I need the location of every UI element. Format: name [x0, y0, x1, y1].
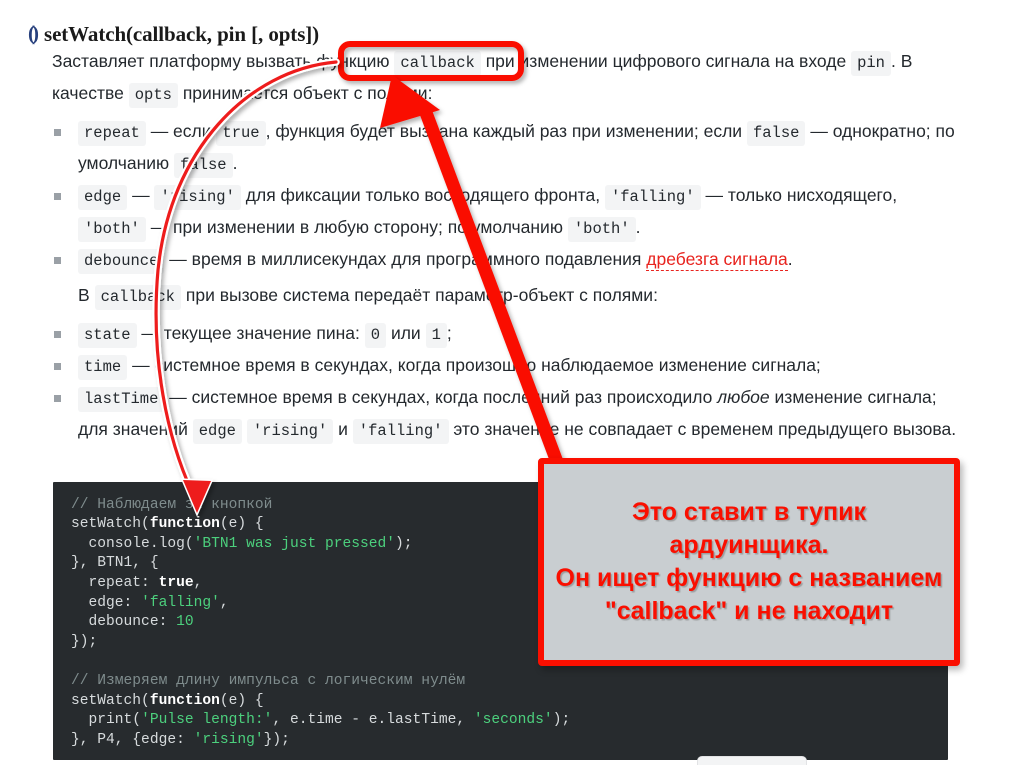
doc-body: Заставляет платформу вызвать функцию cal…	[52, 46, 957, 450]
opts-edge-t3: — только нисходящего,	[705, 185, 898, 205]
callback-intro-paragraph: В callback при вызове система передаёт п…	[52, 280, 957, 312]
param-state-t1: — текущее значение пина:	[141, 323, 360, 343]
code-token-false-1: false	[746, 121, 806, 146]
page-title: () setWatch(callback, pin [, opts])	[28, 22, 319, 47]
code-token-one: 1	[425, 323, 447, 348]
param-lasttime-t3: и	[338, 419, 348, 439]
code-token-zero: 0	[364, 323, 387, 348]
documentation-page: () setWatch(callback, pin [, opts]) Заст…	[0, 0, 1010, 765]
code-token-pin: pin	[851, 51, 891, 76]
code-token-callback-2: callback	[94, 285, 181, 310]
code-token-true: true	[216, 121, 266, 146]
code-token-both-2: 'both'	[567, 217, 636, 242]
opts-edge-t5: .	[635, 217, 641, 237]
annotation-callout-box: Это ставит в тупик ардуинщика. Он ищет ф…	[538, 458, 960, 666]
annotation-callout-text: Это ставит в тупик ардуинщика. Он ищет ф…	[555, 498, 943, 625]
list-item: edge — 'rising' для фиксации только восх…	[52, 180, 957, 244]
function-parens-icon: ()	[28, 21, 39, 45]
callback-intro-a: В	[78, 285, 90, 305]
callback-param-list: state — текущее значение пина: 0 или 1; …	[52, 318, 957, 446]
intro-text-a: Заставляет платформу вызвать функцию	[52, 51, 390, 71]
list-item: debounce — время в миллисекундах для про…	[52, 244, 957, 276]
code-token-false-2: false	[174, 153, 233, 178]
code-token-state: state	[78, 323, 137, 348]
param-time-t1: — системное время в секундах, когда прои…	[132, 355, 821, 375]
opts-repeat-t1: — если	[150, 121, 212, 141]
list-item: repeat — если true, функция будет вызван…	[52, 116, 957, 180]
list-item: time — системное время в секундах, когда…	[52, 350, 957, 382]
code-token-rising: 'rising'	[154, 185, 241, 210]
signal-bounce-link[interactable]: дребезга сигнала	[646, 249, 788, 271]
code-token-falling: 'falling'	[604, 185, 701, 210]
opts-debounce-t1: — время в миллисекундах для программного…	[169, 249, 642, 269]
opts-edge-t1: —	[132, 185, 150, 205]
code-comment-2: // Измеряем длину импульса с логическим …	[71, 672, 466, 689]
param-lasttime-t4: это значение не совпадает с временем пре…	[453, 419, 957, 439]
code-token-repeat: repeat	[78, 121, 146, 146]
opts-edge-t4: — при изменении в любую сторону; по умол…	[150, 217, 563, 237]
code-token-edge-2: edge	[192, 419, 242, 444]
code-token-edge: edge	[78, 185, 128, 210]
callback-intro-b: при вызове система передаёт параметр-объ…	[185, 285, 658, 305]
opts-edge-t2: для фиксации только восходящего фронта,	[245, 185, 601, 205]
param-lasttime-em: любое	[717, 387, 770, 407]
page-footer-stub	[697, 756, 807, 765]
code-token-debounce: debounce	[78, 249, 165, 274]
list-item: lastTime — системное время в секундах, к…	[52, 382, 957, 446]
opts-field-list: repeat — если true, функция будет вызван…	[52, 116, 957, 276]
opts-repeat-t4: .	[232, 153, 238, 173]
param-lasttime-t1: — системное время в секундах, когда посл…	[169, 387, 713, 407]
code-comment-1: // Наблюдаем за кнопкой	[71, 496, 273, 513]
opts-debounce-t2: .	[787, 249, 793, 269]
code-token-lasttime: lastTime	[78, 387, 165, 412]
page-title-text: setWatch(callback, pin [, opts])	[44, 22, 320, 46]
list-item: state — текущее значение пина: 0 или 1;	[52, 318, 957, 350]
intro-text-b: при изменении цифрового сигнала на входе	[485, 51, 847, 71]
param-state-t3: ;	[446, 323, 452, 343]
intro-paragraph: Заставляет платформу вызвать функцию cal…	[52, 46, 957, 110]
intro-text-d: принимается объект с полями:	[182, 83, 433, 103]
code-token-both-1: 'both'	[78, 217, 146, 242]
code-token-opts: opts	[128, 83, 178, 108]
code-token-time: time	[78, 355, 128, 380]
code-token-falling-2: 'falling'	[352, 419, 449, 444]
code-token-rising-2: 'rising'	[246, 419, 334, 444]
opts-repeat-t2: , функция будет вызвана каждый раз при и…	[265, 121, 743, 141]
param-state-t2: или	[390, 323, 421, 343]
code-token-callback: callback	[394, 51, 481, 76]
